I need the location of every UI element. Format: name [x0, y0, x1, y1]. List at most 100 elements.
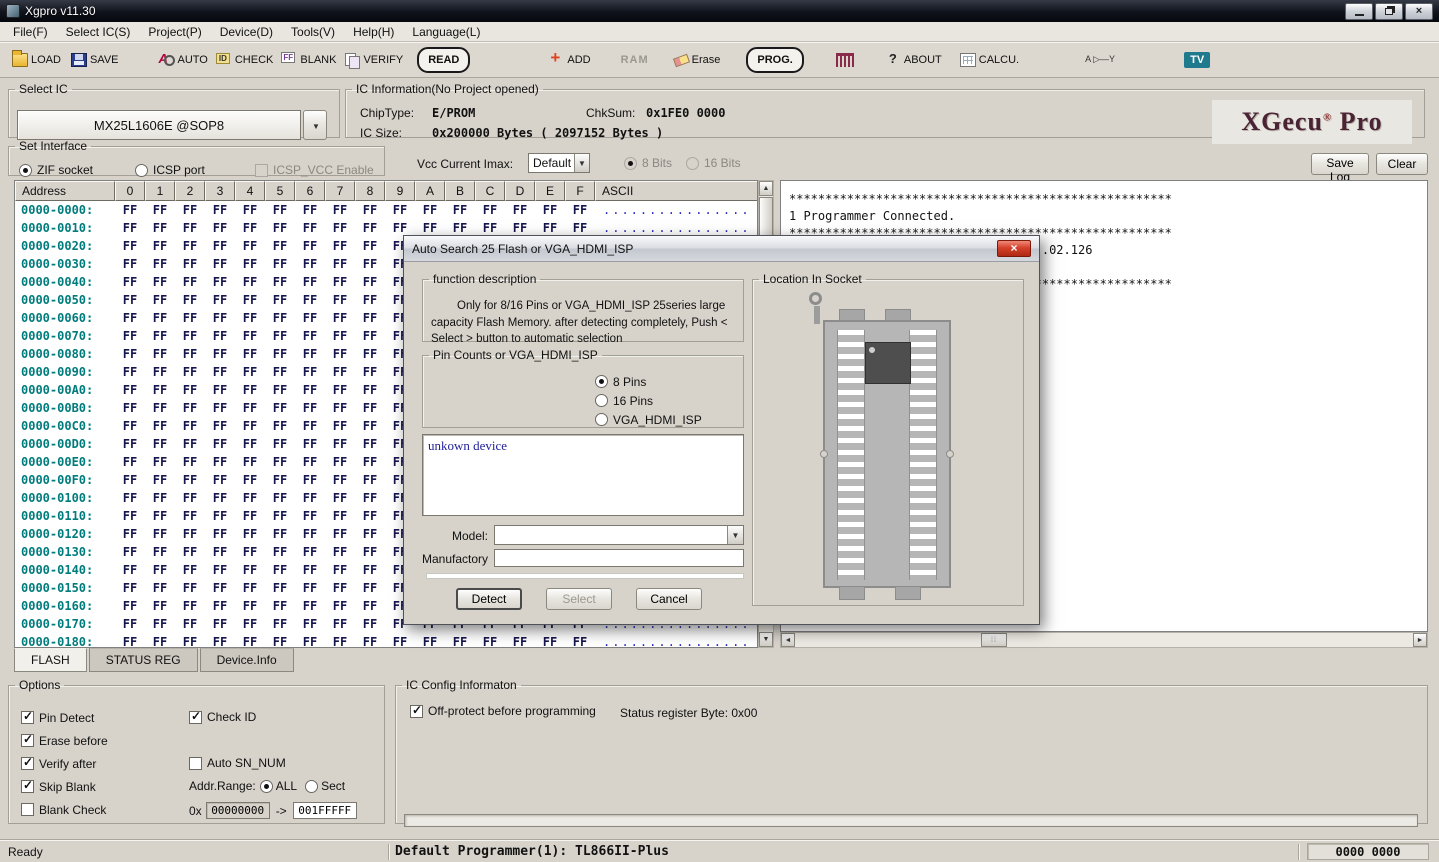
- hex-byte-cell[interactable]: FF: [445, 201, 475, 219]
- hex-byte-cell[interactable]: FF: [295, 219, 325, 237]
- toolbar-prog-button[interactable]: PROG.: [746, 47, 803, 73]
- hex-byte-cell[interactable]: FF: [205, 525, 235, 543]
- hex-byte-cell[interactable]: FF: [265, 633, 295, 648]
- hex-byte-cell[interactable]: FF: [325, 345, 355, 363]
- hex-byte-cell[interactable]: FF: [355, 633, 385, 648]
- scroll-right-arrow-icon[interactable]: ►: [1413, 633, 1427, 647]
- hex-byte-cell[interactable]: FF: [235, 579, 265, 597]
- hex-byte-cell[interactable]: FF: [355, 597, 385, 615]
- hex-byte-cell[interactable]: FF: [265, 543, 295, 561]
- hex-byte-cell[interactable]: FF: [235, 543, 265, 561]
- hex-byte-cell[interactable]: FF: [325, 543, 355, 561]
- hex-byte-cell[interactable]: FF: [175, 579, 205, 597]
- hex-byte-cell[interactable]: FF: [175, 255, 205, 273]
- hex-byte-cell[interactable]: FF: [235, 381, 265, 399]
- chevron-down-icon[interactable]: [727, 526, 743, 544]
- hex-byte-cell[interactable]: FF: [295, 489, 325, 507]
- hex-byte-cell[interactable]: FF: [235, 471, 265, 489]
- hex-byte-cell[interactable]: FF: [205, 417, 235, 435]
- hex-byte-cell[interactable]: FF: [235, 453, 265, 471]
- hex-byte-cell[interactable]: FF: [175, 435, 205, 453]
- minimize-button[interactable]: [1345, 3, 1373, 20]
- hex-byte-cell[interactable]: FF: [235, 561, 265, 579]
- option-pin-detect[interactable]: Pin Detect: [21, 706, 108, 729]
- hex-byte-cell[interactable]: FF: [115, 525, 145, 543]
- toolbar-auto-button[interactable]: AUTO: [159, 47, 208, 73]
- hex-byte-cell[interactable]: FF: [265, 309, 295, 327]
- toolbar-erase-button[interactable]: Erase: [673, 47, 721, 73]
- hex-byte-cell[interactable]: FF: [205, 273, 235, 291]
- hex-byte-cell[interactable]: FF: [325, 363, 355, 381]
- blank-check-checkbox[interactable]: [21, 803, 34, 816]
- skip-blank-checkbox[interactable]: [21, 780, 34, 793]
- hex-byte-cell[interactable]: FF: [295, 525, 325, 543]
- hex-byte-cell[interactable]: FF: [145, 219, 175, 237]
- hex-byte-cell[interactable]: FF: [205, 363, 235, 381]
- hex-byte-cell[interactable]: FF: [205, 579, 235, 597]
- hex-byte-cell[interactable]: FF: [295, 345, 325, 363]
- hex-byte-cell[interactable]: FF: [325, 327, 355, 345]
- hex-byte-cell[interactable]: FF: [115, 615, 145, 633]
- hex-byte-cell[interactable]: FF: [325, 273, 355, 291]
- hex-byte-cell[interactable]: FF: [265, 219, 295, 237]
- hex-byte-cell[interactable]: FF: [265, 507, 295, 525]
- device-list-entry[interactable]: unkown device: [428, 438, 507, 453]
- hex-byte-cell[interactable]: FF: [115, 399, 145, 417]
- hex-byte-cell[interactable]: FF: [175, 453, 205, 471]
- hex-byte-cell[interactable]: FF: [145, 255, 175, 273]
- hex-byte-cell[interactable]: FF: [265, 345, 295, 363]
- hex-byte-cell[interactable]: FF: [295, 543, 325, 561]
- hex-byte-cell[interactable]: FF: [115, 201, 145, 219]
- hex-byte-cell[interactable]: FF: [115, 561, 145, 579]
- toolbar-verify-button[interactable]: VERIFY: [344, 47, 403, 73]
- hex-byte-cell[interactable]: FF: [175, 309, 205, 327]
- hex-byte-cell[interactable]: FF: [475, 201, 505, 219]
- hex-byte-cell[interactable]: FF: [355, 435, 385, 453]
- menu-item-help-h[interactable]: Help(H): [344, 23, 403, 41]
- hex-byte-cell[interactable]: FF: [295, 597, 325, 615]
- off-protect-checkbox[interactable]: Off-protect before programming: [410, 704, 596, 718]
- vga-hdmi-isp-radio-input[interactable]: [595, 413, 608, 426]
- hex-byte-cell[interactable]: FF: [175, 561, 205, 579]
- hex-byte-cell[interactable]: FF: [205, 435, 235, 453]
- hex-byte-cell[interactable]: FF: [265, 597, 295, 615]
- hex-byte-cell[interactable]: FF: [235, 399, 265, 417]
- clear-button[interactable]: Clear: [1376, 153, 1428, 175]
- hex-byte-cell[interactable]: FF: [325, 489, 355, 507]
- hex-byte-cell[interactable]: FF: [175, 399, 205, 417]
- hex-byte-cell[interactable]: FF: [355, 615, 385, 633]
- hex-byte-cell[interactable]: FF: [325, 453, 355, 471]
- hex-byte-cell[interactable]: FF: [355, 255, 385, 273]
- hex-byte-cell[interactable]: FF: [265, 291, 295, 309]
- toolbar-save-button[interactable]: SAVE: [71, 47, 119, 73]
- pin-option-vga-hdmi-isp[interactable]: VGA_HDMI_ISP: [595, 410, 702, 429]
- restore-button[interactable]: [1375, 3, 1403, 20]
- hex-byte-cell[interactable]: FF: [265, 201, 295, 219]
- hex-byte-cell[interactable]: FF: [145, 381, 175, 399]
- scroll-down-arrow-icon[interactable]: ▼: [759, 632, 773, 647]
- hex-byte-cell[interactable]: FF: [295, 327, 325, 345]
- hex-byte-cell[interactable]: FF: [295, 237, 325, 255]
- hex-byte-cell[interactable]: FF: [325, 471, 355, 489]
- hex-byte-cell[interactable]: FF: [325, 579, 355, 597]
- hex-byte-cell[interactable]: FF: [355, 345, 385, 363]
- hex-byte-cell[interactable]: FF: [355, 363, 385, 381]
- hex-byte-cell[interactable]: FF: [175, 543, 205, 561]
- hex-byte-cell[interactable]: FF: [415, 633, 445, 648]
- hex-byte-cell[interactable]: FF: [265, 435, 295, 453]
- hex-byte-cell[interactable]: FF: [235, 597, 265, 615]
- addr-range-all-radio[interactable]: ALL: [260, 779, 297, 793]
- hex-byte-cell[interactable]: FF: [145, 201, 175, 219]
- hex-byte-cell[interactable]: FF: [235, 219, 265, 237]
- option-skip-blank[interactable]: Skip Blank: [21, 775, 108, 798]
- hex-byte-cell[interactable]: FF: [205, 237, 235, 255]
- hex-byte-cell[interactable]: FF: [265, 615, 295, 633]
- option-check-id[interactable]: Check ID: [189, 710, 256, 724]
- hex-byte-cell[interactable]: FF: [115, 345, 145, 363]
- hex-byte-cell[interactable]: FF: [145, 561, 175, 579]
- hex-byte-cell[interactable]: FF: [325, 417, 355, 435]
- hex-byte-cell[interactable]: FF: [145, 615, 175, 633]
- hex-byte-cell[interactable]: FF: [355, 309, 385, 327]
- hex-byte-cell[interactable]: FF: [295, 201, 325, 219]
- hex-byte-cell[interactable]: FF: [145, 453, 175, 471]
